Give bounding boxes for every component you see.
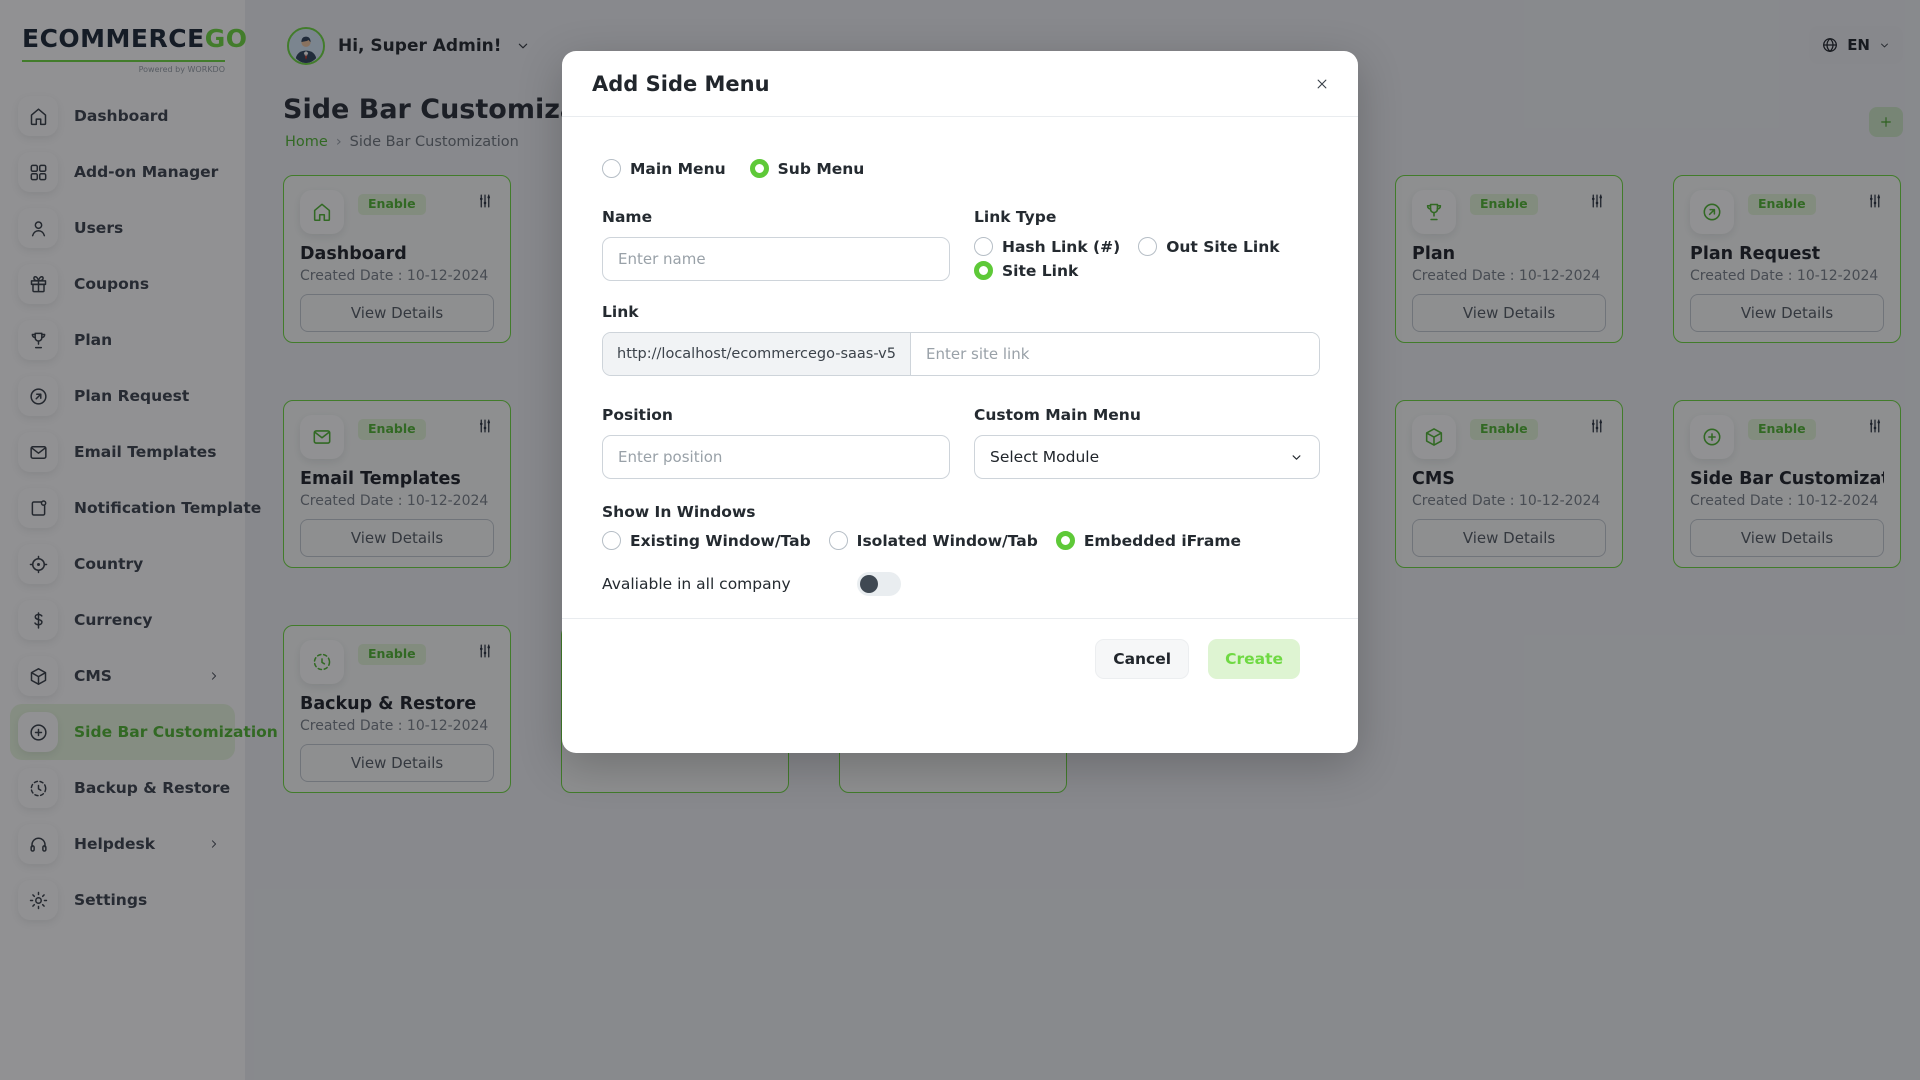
close-icon[interactable] [1314,76,1330,92]
position-input[interactable] [602,435,950,479]
radio-dot [750,159,769,178]
modal-body: Main Menu Sub Menu Name Link Type Hash Li… [562,117,1358,596]
show-in-windows-radio-group: Existing Window/Tab Isolated Window/Tab Em… [602,531,1320,550]
name-input[interactable] [602,237,950,281]
radio-dot [1138,237,1157,256]
radio-isolated-window-tab[interactable]: Isolated Window/Tab [829,531,1038,550]
modal-title: Add Side Menu [592,72,770,96]
radio-main-menu[interactable]: Main Menu [602,159,726,178]
link-base-url: http://localhost/ecommercego-saas-v5 [603,333,911,375]
radio-dot [829,531,848,550]
chevron-down-icon [1289,450,1304,465]
custom-main-menu-field-group: Custom Main Menu Select Module [974,406,1320,479]
module-select[interactable]: Select Module [974,435,1320,479]
site-link-input[interactable] [911,333,1319,375]
radio-sub-menu[interactable]: Sub Menu [750,159,865,178]
radio-label: Existing Window/Tab [630,532,811,550]
link-type-label: Link Type [974,208,1320,226]
radio-dot [602,159,621,178]
radio-out-site-link[interactable]: Out Site Link [1138,237,1279,256]
position-label: Position [602,406,950,424]
link-input-group: http://localhost/ecommercego-saas-v5 [602,332,1320,376]
radio-dot [1056,531,1075,550]
link-label: Link [602,303,1320,321]
radio-label: Site Link [1002,262,1078,280]
position-field-group: Position [602,406,950,479]
link-type-radio-group: Hash Link (#) Out Site Link Site Link [974,237,1320,280]
name-label: Name [602,208,950,226]
cancel-button[interactable]: Cancel [1095,639,1189,679]
radio-label: Hash Link (#) [1002,238,1120,256]
radio-embedded-iframe[interactable]: Embedded iFrame [1056,531,1241,550]
radio-dot [602,531,621,550]
availability-row: Avaliable in all company [602,572,1320,596]
radio-site-link[interactable]: Site Link [974,261,1078,280]
radio-dot [974,237,993,256]
radio-label: Sub Menu [778,160,865,178]
menu-type-radio-group: Main Menu Sub Menu [602,159,1320,178]
modal-footer: Cancel Create [562,618,1358,679]
link-type-field-group: Link Type Hash Link (#) Out Site Link Site… [974,208,1320,281]
radio-label: Out Site Link [1166,238,1279,256]
radio-label: Embedded iFrame [1084,532,1241,550]
create-button[interactable]: Create [1208,639,1300,679]
modal-header: Add Side Menu [562,51,1358,117]
radio-label: Main Menu [630,160,726,178]
radio-existing-window-tab[interactable]: Existing Window/Tab [602,531,811,550]
name-field-group: Name [602,208,950,281]
toggle-knob [860,575,878,593]
add-side-menu-modal: Add Side Menu Main Menu Sub Menu Name Lin… [562,51,1358,753]
radio-hash-link[interactable]: Hash Link (#) [974,237,1120,256]
radio-label: Isolated Window/Tab [857,532,1038,550]
availability-label: Avaliable in all company [602,575,857,593]
available-all-company-toggle[interactable] [857,572,901,596]
radio-dot [974,261,993,280]
link-field-group: Link http://localhost/ecommercego-saas-v… [602,303,1320,376]
custom-main-menu-label: Custom Main Menu [974,406,1320,424]
show-in-windows-label: Show In Windows [602,503,1320,521]
module-select-value: Select Module [990,448,1099,466]
